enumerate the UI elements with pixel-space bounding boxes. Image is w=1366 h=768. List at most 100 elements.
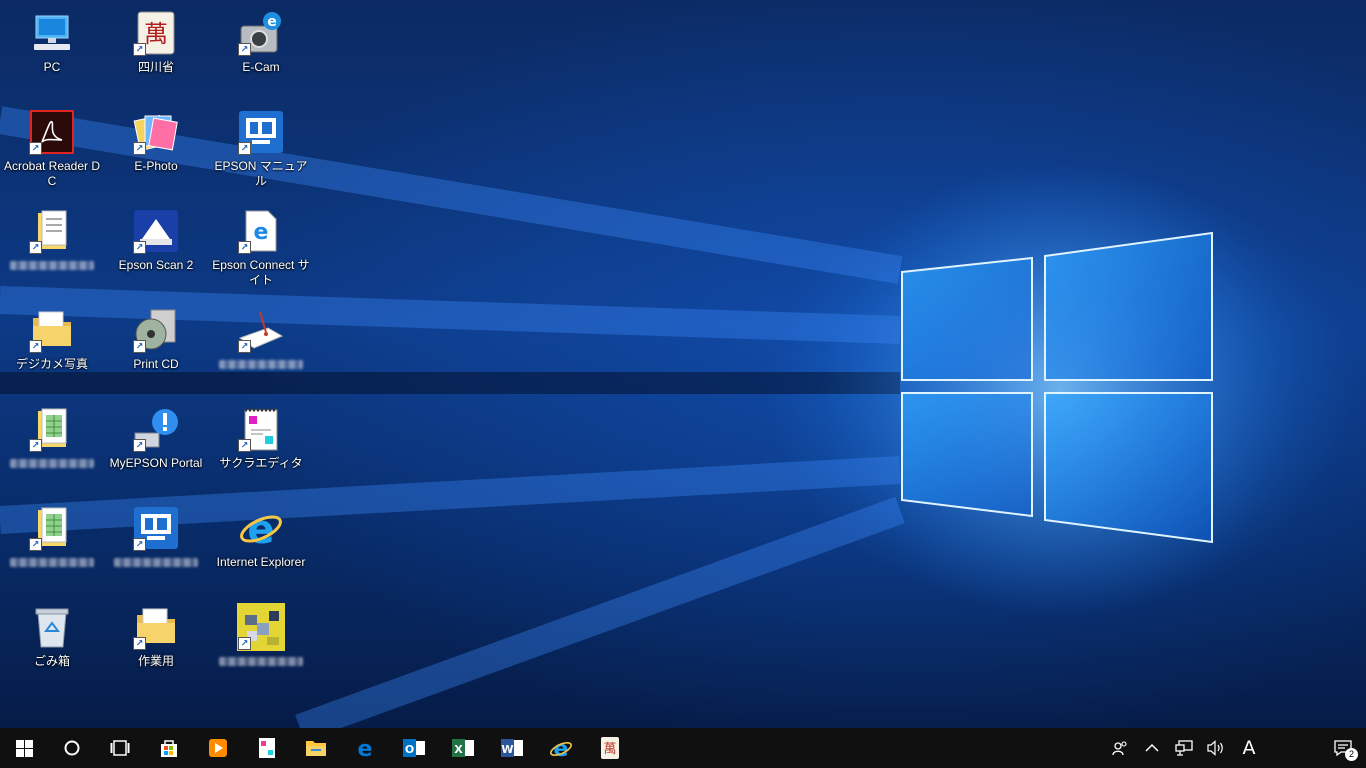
media-player-icon <box>207 737 229 759</box>
taskbar: e O X We 萬 A 2 <box>0 728 1366 768</box>
desktop-shortcut-label: デジカメ写真 <box>15 357 88 371</box>
chevron-up-icon[interactable] <box>1136 728 1168 768</box>
desktop-shortcut[interactable]: PC <box>0 5 104 101</box>
taskbar-media-player-button[interactable] <box>193 728 242 768</box>
ie-document-icon: e ↗ <box>237 207 285 255</box>
taskbar-edge-button[interactable]: e <box>340 728 389 768</box>
desktop-shortcut-label <box>104 555 208 570</box>
desktop-shortcut[interactable]: ↗ サクラエディタ <box>209 401 313 497</box>
desktop-shortcut[interactable]: ↗ MyEPSON Portal <box>104 401 208 497</box>
edge-icon: e <box>354 737 376 759</box>
recycle-bin-icon <box>28 603 76 651</box>
desktop-shortcut-label: ごみ箱 <box>33 654 70 668</box>
mahjong-game-icon: 萬 <box>600 736 620 760</box>
taskbar-outlook-button[interactable]: O <box>389 728 438 768</box>
file-explorer-icon <box>305 738 327 758</box>
word-icon: W <box>500 737 524 759</box>
svg-text:e: e <box>247 507 274 551</box>
desktop-shortcut-label: EPSON マニュアル <box>214 159 308 188</box>
desktop-shortcut-label: 四川省 <box>137 60 174 74</box>
ime-mode-indicator[interactable]: A <box>1232 728 1266 768</box>
epson-manual-icon: ↗ <box>237 108 285 156</box>
desktop-shortcut[interactable]: ↗ <box>0 203 104 299</box>
desktop-shortcut-label: 作業用 <box>137 654 174 668</box>
svg-text:O: O <box>404 743 413 756</box>
desktop-shortcut[interactable]: 萬 ↗ 四川省 <box>104 5 208 101</box>
svg-text:e: e <box>267 14 277 30</box>
ephoto-icon: ↗ <box>132 108 180 156</box>
epson-scan-icon: ↗ <box>132 207 180 255</box>
desktop-shortcut[interactable]: ↗ <box>209 302 313 398</box>
desktop-shortcut[interactable]: ↗ Acrobat Reader DC <box>0 104 104 200</box>
desktop-shortcut[interactable]: ↗ <box>209 599 313 695</box>
action-center-icon[interactable]: 2 <box>1320 728 1366 768</box>
desktop-shortcut-label: Acrobat Reader DC <box>3 159 101 188</box>
desktop-shortcut[interactable]: e Internet Explorer <box>209 500 313 596</box>
desktop-shortcut-label <box>0 456 104 471</box>
desktop-shortcut-label: Epson Scan 2 <box>118 258 194 272</box>
desktop-shortcut-label: PC <box>43 60 61 74</box>
desktop-shortcut[interactable]: ↗ デジカメ写真 <box>0 302 104 398</box>
taskbar-excel-button[interactable]: X <box>438 728 487 768</box>
spreadsheet-folder-icon: ↗ <box>28 504 76 552</box>
desktop-shortcut-label <box>209 654 313 669</box>
excel-icon: X <box>451 737 475 759</box>
desktop-shortcut-label: E-Cam <box>242 60 280 74</box>
taskbar-file-explorer-button[interactable] <box>291 728 340 768</box>
internet-explorer-icon: e <box>237 504 285 552</box>
folder-icon: ↗ <box>28 306 76 354</box>
desktop-shortcut[interactable]: e ↗ Epson Connect サイト <box>209 203 313 299</box>
notification-count-badge: 2 <box>1345 748 1358 761</box>
sakura-editor-icon <box>258 737 276 759</box>
desktop-shortcut[interactable]: ↗ EPSON マニュアル <box>209 104 313 200</box>
desktop-shortcut-label: Epson Connect サイト <box>212 258 310 287</box>
svg-text:e: e <box>553 737 568 760</box>
desktop-shortcut-label: E-Photo <box>134 159 178 173</box>
network-icon[interactable] <box>1168 728 1200 768</box>
taskbar-word-button[interactable]: W <box>487 728 536 768</box>
taskbar-store-button[interactable] <box>144 728 193 768</box>
postcard-app-icon: ↗ <box>237 306 285 354</box>
mahjong-game-icon: 萬 ↗ <box>132 9 180 57</box>
volume-icon[interactable] <box>1200 728 1232 768</box>
desktop-shortcut[interactable]: ↗ E-Photo <box>104 104 208 200</box>
desktop-shortcut-label <box>0 258 104 273</box>
desktop-shortcut[interactable]: ↗ <box>104 500 208 596</box>
desktop-shortcut-label <box>209 357 313 372</box>
pc-icon <box>28 9 76 57</box>
pixelated-image-icon: ↗ <box>237 603 285 651</box>
taskbar-internet-explorer-button[interactable]: e <box>536 728 585 768</box>
desktop-shortcut[interactable]: ↗ Epson Scan 2 <box>104 203 208 299</box>
desktop-shortcut-label: Print CD <box>133 357 179 371</box>
svg-text:e: e <box>357 737 372 759</box>
outlook-icon: O <box>402 737 426 759</box>
svg-text:e: e <box>254 220 269 245</box>
taskbar-mahjong-game-button[interactable]: 萬 <box>585 728 634 768</box>
svg-text:萬: 萬 <box>603 742 616 757</box>
ecam-icon: e ↗ <box>237 9 285 57</box>
desktop-shortcut[interactable]: ごみ箱 <box>0 599 104 695</box>
desktop-shortcut[interactable]: ↗ <box>0 401 104 497</box>
internet-explorer-icon: e <box>549 736 573 760</box>
desktop-shortcut[interactable]: ↗ <box>0 500 104 596</box>
store-icon <box>158 737 180 759</box>
task-view-icon[interactable] <box>96 728 144 768</box>
folder-icon: ↗ <box>132 603 180 651</box>
desktop-shortcut[interactable]: ↗ 作業用 <box>104 599 208 695</box>
sakura-editor-icon: ↗ <box>237 405 285 453</box>
print-cd-icon: ↗ <box>132 306 180 354</box>
desktop-shortcut-label <box>0 555 104 570</box>
desktop: PC 萬 ↗ 四川省 e ↗ E-Cam ↗ Acrobat Reader DC ↗ E-Photo… <box>0 0 1366 728</box>
taskbar-sakura-editor-button[interactable] <box>242 728 291 768</box>
desktop-shortcut[interactable]: ↗ Print CD <box>104 302 208 398</box>
document-folder-icon: ↗ <box>28 207 76 255</box>
desktop-shortcut-label: MyEPSON Portal <box>109 456 203 470</box>
spreadsheet-folder-icon: ↗ <box>28 405 76 453</box>
epson-manual-icon: ↗ <box>132 504 180 552</box>
desktop-shortcut[interactable]: e ↗ E-Cam <box>209 5 313 101</box>
acrobat-reader-icon: ↗ <box>28 108 76 156</box>
svg-text:X: X <box>454 743 463 756</box>
cortana-search-icon[interactable] <box>48 728 96 768</box>
windows-start-icon[interactable] <box>0 728 48 768</box>
people-icon[interactable] <box>1104 728 1136 768</box>
